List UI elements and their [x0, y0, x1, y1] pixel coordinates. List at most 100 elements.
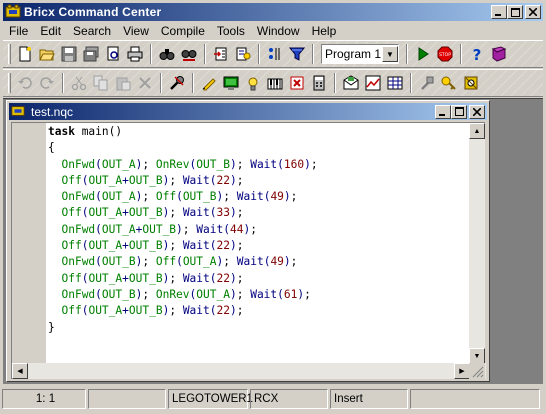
code-line[interactable]: OnFwd(OUT_A); OnRev(OUT_B); Wait(160); — [48, 157, 317, 173]
piano-icon[interactable] — [264, 72, 286, 94]
help-icon[interactable]: ? — [466, 43, 488, 65]
code-token: OUT_A — [101, 190, 136, 204]
download-firmware-icon[interactable] — [460, 72, 482, 94]
datalog-icon[interactable] — [362, 72, 384, 94]
calculator-icon[interactable] — [308, 72, 330, 94]
memory-map-icon[interactable] — [384, 72, 406, 94]
filter-icon[interactable] — [286, 43, 308, 65]
code-token: ; — [250, 222, 257, 236]
editor-window[interactable]: test.nqc task main(){ OnFwd(OUT_A); OnRe… — [6, 100, 490, 382]
document-icon — [11, 104, 27, 120]
paste-icon[interactable] — [112, 72, 134, 94]
chevron-down-icon[interactable]: ▼ — [382, 46, 398, 62]
code-token: ; — [223, 190, 237, 204]
menu-search[interactable]: Search — [67, 24, 117, 38]
code-token: main() — [74, 125, 123, 138]
size-grip-icon[interactable] — [469, 363, 485, 379]
maximize-button[interactable] — [507, 5, 523, 19]
code-line[interactable]: } — [48, 320, 318, 336]
menu-edit[interactable]: Edit — [34, 24, 67, 38]
book-icon[interactable] — [488, 43, 510, 65]
code-token: OUT_B — [101, 255, 136, 269]
code-token: ( — [277, 157, 284, 171]
run-icon[interactable] — [412, 43, 434, 65]
diagnostics-icon[interactable] — [220, 72, 242, 94]
direct-control-icon[interactable] — [198, 72, 220, 94]
code-token: ; — [142, 287, 156, 301]
delete-icon[interactable] — [134, 72, 156, 94]
code-token: ( — [209, 206, 217, 220]
code-line[interactable]: OnFwd(OUT_B); Off(OUT_A); Wait(49); — [48, 254, 318, 270]
editor-minimize-button[interactable] — [435, 104, 451, 119]
toolbar-grip[interactable] — [8, 44, 11, 64]
clear-memory-icon[interactable] — [416, 72, 438, 94]
editor-title-bar[interactable]: test.nqc — [9, 103, 487, 120]
code-token: 49 — [270, 255, 284, 269]
watch-icon[interactable] — [242, 72, 264, 94]
editor-maximize-button[interactable] — [451, 104, 467, 119]
tools-icon[interactable] — [166, 72, 188, 94]
code-token: ; — [236, 271, 244, 285]
menu-view[interactable]: View — [117, 24, 155, 38]
scroll-left-arrow-icon[interactable]: ◀ — [12, 363, 28, 379]
scroll-right-arrow-icon[interactable]: ▶ — [454, 363, 470, 379]
unlock-firmware-icon[interactable] — [438, 72, 460, 94]
code-line[interactable]: Off(OUT_A+OUT_B); Wait(22); — [48, 303, 318, 319]
close-button[interactable] — [525, 5, 541, 19]
toolbar-grip[interactable] — [8, 73, 11, 93]
send-message-icon[interactable] — [340, 72, 362, 94]
title-bar[interactable]: Bricx Command Center — [3, 3, 543, 21]
code-line[interactable]: Off(OUT_A+OUT_B); Wait(22); — [48, 173, 318, 189]
redo-icon[interactable] — [36, 72, 58, 94]
print-icon[interactable] — [124, 43, 146, 65]
stop-icon[interactable]: STOP — [434, 43, 456, 65]
code-line[interactable]: task main() — [48, 124, 318, 140]
print-preview-icon[interactable] — [102, 43, 124, 65]
horizontal-scrollbar[interactable]: ◀ ▶ — [12, 363, 486, 379]
find-icon[interactable] — [156, 43, 178, 65]
copy-icon[interactable] — [90, 72, 112, 94]
undo-icon[interactable] — [14, 72, 36, 94]
code-token: 49 — [270, 190, 284, 204]
editor-close-button[interactable] — [469, 104, 485, 119]
code-token: ( — [95, 287, 102, 301]
code-editor[interactable]: task main(){ OnFwd(OUT_A); OnRev(OUT_B);… — [11, 122, 486, 379]
menu-file[interactable]: File — [3, 24, 34, 38]
menu-help[interactable]: Help — [306, 24, 343, 38]
new-file-icon[interactable] — [14, 43, 36, 65]
code-token: ; — [223, 255, 237, 269]
find-next-icon[interactable] — [210, 43, 232, 65]
code-text[interactable]: task main(){ OnFwd(OUT_A); OnRev(OUT_B);… — [48, 124, 318, 336]
save-all-icon[interactable] — [80, 43, 102, 65]
menu-window[interactable]: Window — [251, 24, 306, 38]
code-line[interactable]: OnFwd(OUT_B); OnRev(OUT_A); Wait(61); — [48, 287, 318, 303]
code-token: 44 — [229, 222, 244, 236]
program-numbers-icon[interactable] — [264, 43, 286, 65]
code-line[interactable]: OnFwd(OUT_A+OUT_B); Wait(44); — [48, 222, 318, 238]
compile-file-icon[interactable] — [232, 43, 254, 65]
code-line[interactable]: Off(OUT_A+OUT_B); Wait(22); — [48, 238, 318, 254]
program-select[interactable]: Program 1 ▼ — [321, 44, 399, 64]
code-line[interactable]: OnFwd(OUT_A); Off(OUT_B); Wait(49); — [48, 189, 318, 205]
joystick-icon[interactable] — [286, 72, 308, 94]
code-token: OUT_B — [128, 173, 163, 187]
save-icon[interactable] — [58, 43, 80, 65]
code-line[interactable]: Off(OUT_A+OUT_B); Wait(22); — [48, 271, 318, 287]
menu-compile[interactable]: Compile — [155, 24, 211, 38]
find-replace-icon[interactable] — [178, 43, 200, 65]
code-line[interactable]: { — [48, 140, 318, 156]
menu-tools[interactable]: Tools — [211, 24, 251, 38]
cut-icon[interactable] — [68, 72, 90, 94]
code-token: ( — [95, 255, 102, 269]
code-line[interactable]: Off(OUT_A+OUT_B); Wait(33); — [48, 205, 318, 221]
vertical-scrollbar[interactable]: ▲ ▼ — [469, 123, 485, 364]
code-token: + — [122, 206, 129, 220]
minimize-button[interactable] — [491, 5, 507, 19]
open-file-icon[interactable] — [36, 43, 58, 65]
scroll-up-arrow-icon[interactable]: ▲ — [469, 123, 485, 139]
scroll-down-arrow-icon[interactable]: ▼ — [469, 348, 485, 364]
code-token: 33 — [216, 206, 230, 220]
